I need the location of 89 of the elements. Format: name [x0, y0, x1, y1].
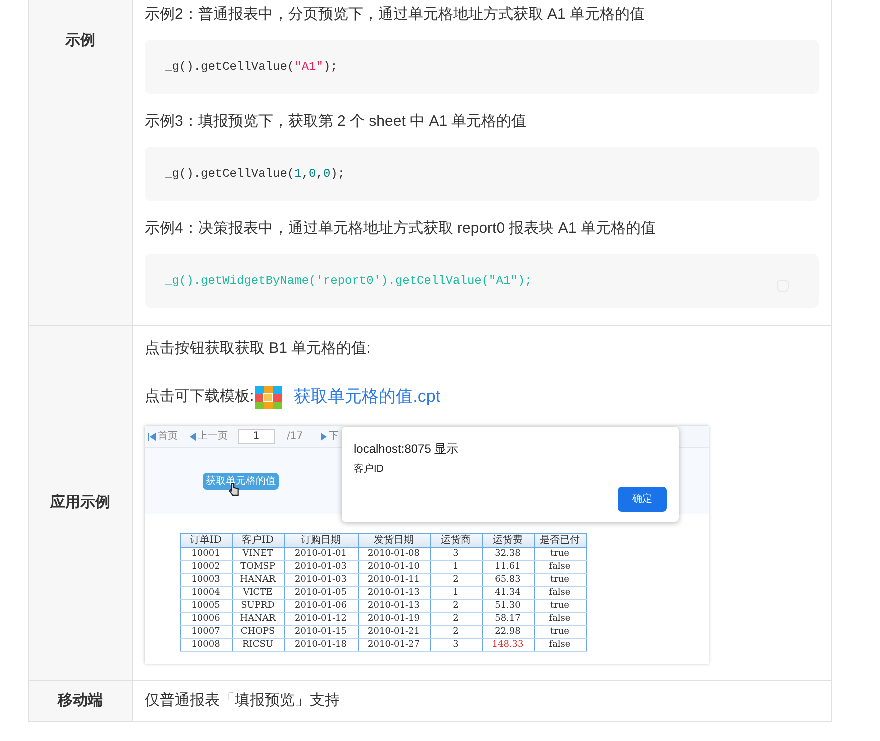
column-header: 订单ID — [180, 534, 232, 548]
table-cell: 10006 — [180, 612, 232, 626]
table-cell: 2010-01-06 — [284, 600, 358, 612]
table-cell: 2 — [430, 600, 482, 612]
column-header: 客户ID — [232, 534, 284, 548]
table-cell: 41.34 — [482, 586, 534, 600]
dialog-title: localhost:8075 显示 — [354, 441, 459, 458]
archive-icon — [255, 386, 282, 408]
table-cell: 148.33 — [482, 638, 534, 652]
table-cell: 3 — [430, 548, 482, 560]
table-cell: CHOPS — [232, 626, 284, 638]
table-cell: 2010-01-15 — [284, 626, 358, 638]
example-caption: 示例3：填报预览下，获取第 2 个 sheet 中 A1 单元格的值 — [145, 112, 528, 132]
column-header: 运货商 — [430, 534, 482, 548]
table-cell: 10008 — [180, 638, 232, 652]
table-cell: 51.30 — [482, 600, 534, 612]
next-page-button[interactable]: 下 — [321, 429, 340, 444]
table-cell: 10007 — [180, 626, 232, 638]
table-cell: 2010-01-01 — [284, 548, 358, 560]
table-cell: 2010-01-03 — [284, 560, 358, 574]
table-cell: VICTE — [232, 586, 284, 600]
table-cell: 11.61 — [482, 560, 534, 574]
download-label: 点击可下载模板: — [145, 386, 254, 407]
table-cell: 10005 — [180, 600, 232, 612]
page-field[interactable]: 1 — [238, 429, 275, 444]
prev-page-icon — [190, 432, 196, 440]
prev-page-button[interactable]: 上一页 — [190, 429, 228, 444]
table-cell: 10001 — [180, 548, 232, 560]
table-cell: 2010-01-12 — [284, 612, 358, 626]
table-cell: 2010-01-05 — [284, 586, 358, 600]
table-cell: 2010-01-27 — [358, 638, 430, 652]
row-label: 示例 — [66, 31, 96, 51]
table-cell: 10004 — [180, 586, 232, 600]
column-header: 运货费 — [482, 534, 534, 548]
get-value-button[interactable]: 获取单元格的值 — [203, 472, 279, 490]
dialog-message: 客户ID — [354, 462, 384, 477]
table-cell: 2010-01-13 — [358, 586, 430, 600]
table-cell: 2010-01-21 — [358, 626, 430, 638]
page-total: /17 — [287, 430, 304, 444]
table-cell: 32.38 — [482, 548, 534, 560]
ok-button[interactable]: 确定 — [618, 487, 667, 512]
table-cell: true — [534, 600, 586, 612]
table-cell: false — [534, 560, 586, 574]
table-cell: 2010-01-13 — [358, 600, 430, 612]
row-label: 应用示例 — [50, 492, 110, 513]
table-cell: RICSU — [232, 638, 284, 652]
table-cell: 65.83 — [482, 574, 534, 586]
code-line: _g().getWidgetByName('report0').getCellValue("A1"); — [165, 273, 532, 290]
table-cell: 1 — [430, 560, 482, 574]
table-cell: 2010-01-19 — [358, 612, 430, 626]
table-cell: 1 — [430, 586, 482, 600]
table-cell: 58.17 — [482, 612, 534, 626]
table-cell: true — [534, 548, 586, 560]
table-cell: true — [534, 626, 586, 638]
table-cell: 2010-01-08 — [358, 548, 430, 560]
table-cell: 3 — [430, 638, 482, 652]
table-cell: 2010-01-11 — [358, 574, 430, 586]
support-note: 仅普通报表「填报预览」支持 — [145, 691, 341, 711]
table-cell: 10002 — [180, 560, 232, 574]
table-cell: 10003 — [180, 574, 232, 586]
first-page-icon — [148, 432, 156, 440]
table-cell: false — [534, 612, 586, 626]
code-line: _g().getCellValue("A1"); — [165, 59, 338, 76]
table-cell: 2 — [430, 626, 482, 638]
next-page-icon — [321, 432, 328, 440]
table-cell: 22.98 — [482, 626, 534, 638]
example-caption: 示例2：普通报表中，分页预览下，通过单元格地址方式获取 A1 单元格的值 — [145, 5, 646, 25]
first-page-button[interactable]: 首页 — [148, 429, 178, 444]
table-cell: false — [534, 586, 586, 600]
table-cell: 2 — [430, 574, 482, 586]
table-cell: HANAR — [232, 612, 284, 626]
column-header: 订购日期 — [284, 534, 358, 548]
table-cell: HANAR — [232, 574, 284, 586]
table-cell: false — [534, 638, 586, 652]
column-header: 是否已付 — [534, 534, 586, 548]
example-caption: 示例4：决策报表中，通过单元格地址方式获取 report0 报表块 A1 单元格的值 — [145, 219, 657, 239]
download-link[interactable]: 获取单元格的值.cpt — [294, 384, 441, 410]
table-cell: VINET — [232, 548, 284, 560]
table-cell: TOMSP — [232, 560, 284, 574]
table-cell: true — [534, 574, 586, 586]
demo-intro: 点击按钮获取获取 B1 单元格的值: — [145, 339, 372, 359]
table-cell: 2010-01-18 — [284, 638, 358, 652]
code-line: _g().getCellValue(1,0,0); — [165, 166, 346, 183]
table-cell: SUPRD — [232, 600, 284, 612]
table-cell: 2010-01-03 — [284, 574, 358, 586]
column-header: 发货日期 — [358, 534, 430, 548]
table-cell: 2 — [430, 612, 482, 626]
row-label: 移动端 — [58, 690, 103, 711]
table-cell: 2010-01-10 — [358, 560, 430, 574]
